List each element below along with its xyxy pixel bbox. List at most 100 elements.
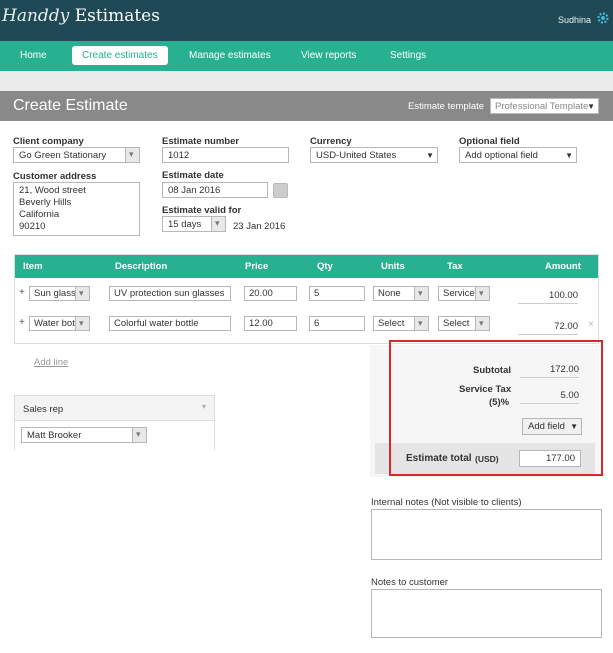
tax-select[interactable]: Select (438, 316, 490, 331)
address-line: 21, Wood street (19, 185, 86, 196)
price-value: 20.00 (249, 288, 273, 299)
tax-value: Select (443, 318, 470, 329)
address-line: California (19, 209, 60, 220)
internal-notes-label: Internal notes (Not visible to clients) (371, 497, 522, 508)
chevron-down-icon: ▼ (565, 151, 573, 160)
column-header: Units (381, 261, 405, 272)
chevron-down-icon (75, 287, 89, 300)
gear-icon[interactable] (596, 11, 610, 25)
qty-value: 5 (314, 288, 320, 299)
nav-manage-estimates[interactable]: Manage estimates (189, 50, 271, 61)
estimate-number-label: Estimate number (162, 136, 240, 147)
chevron-down-icon (475, 317, 489, 330)
template-label: Estimate template (408, 101, 485, 112)
logo-part2: Estimates (74, 6, 160, 26)
internal-notes-field[interactable] (371, 509, 602, 560)
chevron-down-icon (211, 217, 225, 231)
tax-select[interactable]: Service (438, 286, 490, 301)
highlight-box (389, 340, 603, 476)
estimate-date-label: Estimate date (162, 170, 224, 181)
description-input[interactable]: Colorful water bottle (109, 316, 231, 331)
currency-select[interactable]: USD-United States ▼ (310, 147, 438, 163)
client-company-value: Go Green Stationary (19, 150, 107, 161)
currency-label: Currency (310, 136, 352, 147)
customer-address-field[interactable]: 21, Wood street Beverly Hills California… (13, 182, 140, 236)
logo-part1: Handdy (2, 6, 70, 26)
item-select[interactable]: Water bot (29, 316, 90, 331)
column-header: Description (115, 261, 168, 272)
price-input[interactable]: 12.00 (244, 316, 297, 331)
estimate-date-input[interactable]: 08 Jan 2016 (162, 182, 268, 198)
amount-value: 72.00 (518, 321, 578, 335)
qty-input[interactable]: 5 (309, 286, 365, 301)
units-select[interactable]: None (373, 286, 429, 301)
chevron-down-icon (75, 317, 89, 330)
chevron-down-icon: ▼ (426, 151, 434, 160)
chevron-down-icon (132, 428, 146, 442)
qty-input[interactable]: 6 (309, 316, 365, 331)
delete-row-icon[interactable]: × (588, 319, 594, 330)
tax-value: Service (443, 288, 475, 299)
chevron-down-icon[interactable]: ▾ (202, 402, 206, 411)
nav-settings[interactable]: Settings (390, 50, 426, 61)
column-header: Item (23, 261, 43, 272)
client-company-label: Client company (13, 136, 84, 147)
page-title: Create Estimate (13, 97, 128, 114)
chevron-down-icon: ▼ (587, 102, 595, 111)
item-value: Water bot (34, 318, 75, 329)
column-header: Amount (545, 261, 581, 272)
sales-rep-label: Sales rep (23, 404, 64, 415)
column-header: Qty (317, 261, 333, 272)
description-value: UV protection sun glasses (114, 288, 225, 299)
line-items-table: Item Description Price Qty Units Tax Amo… (14, 254, 599, 344)
user-name[interactable]: Sudhina (558, 15, 591, 25)
calendar-icon[interactable] (273, 183, 288, 198)
address-line: 90210 (19, 221, 46, 232)
valid-for-label: Estimate valid for (162, 205, 242, 216)
nav-home[interactable]: Home (20, 50, 47, 61)
valid-until-date: 23 Jan 2016 (233, 221, 286, 232)
nav-view-reports[interactable]: View reports (301, 50, 356, 61)
template-value: Professional Template (495, 101, 589, 112)
add-line-link[interactable]: Add line (34, 357, 68, 368)
sales-rep-select[interactable]: Matt Brooker (21, 427, 147, 443)
add-row-icon[interactable]: + (19, 287, 25, 298)
page-header: Create Estimate Estimate template Profes… (0, 91, 613, 121)
chevron-down-icon (414, 287, 428, 300)
valid-for-select[interactable]: 15 days (162, 216, 226, 232)
customer-notes-label: Notes to customer (371, 577, 449, 588)
sales-rep-panel: Sales rep ▾ Matt Brooker (14, 395, 215, 450)
amount-value: 100.00 (518, 290, 578, 304)
top-bar: Handdy Estimates Sudhina (0, 0, 613, 41)
price-value: 12.00 (249, 318, 273, 329)
units-value: Select (378, 318, 405, 329)
sales-rep-value: Matt Brooker (27, 430, 82, 441)
price-input[interactable]: 20.00 (244, 286, 297, 301)
optional-field-label: Optional field (459, 136, 520, 147)
description-value: Colorful water bottle (114, 318, 199, 329)
template-select[interactable]: Professional Template ▼ (490, 98, 599, 114)
main-nav: Home Create estimates Manage estimates V… (0, 41, 613, 71)
qty-value: 6 (314, 318, 320, 329)
chevron-down-icon (414, 317, 428, 330)
customer-notes-field[interactable] (371, 589, 602, 638)
client-company-select[interactable]: Go Green Stationary (13, 147, 140, 163)
column-header: Price (245, 261, 269, 272)
item-value: Sun glass (34, 288, 76, 299)
table-header: Item Description Price Qty Units Tax Amo… (15, 255, 598, 278)
chevron-down-icon (475, 287, 489, 300)
valid-for-value: 15 days (168, 219, 202, 230)
add-row-icon[interactable]: + (19, 317, 25, 328)
estimate-number-input[interactable]: 1012 (162, 147, 289, 163)
units-select[interactable]: Select (373, 316, 429, 331)
app-logo[interactable]: Handdy Estimates (2, 6, 160, 26)
description-input[interactable]: UV protection sun glasses (109, 286, 231, 301)
sub-bar (0, 71, 613, 91)
item-select[interactable]: Sun glass (29, 286, 90, 301)
currency-value: USD-United States (316, 150, 397, 161)
nav-create-estimates[interactable]: Create estimates (72, 46, 168, 65)
units-value: None (378, 288, 401, 299)
estimate-date-value: 08 Jan 2016 (168, 185, 221, 196)
optional-field-select[interactable]: Add optional field ▼ (459, 147, 577, 163)
chevron-down-icon (125, 148, 139, 162)
